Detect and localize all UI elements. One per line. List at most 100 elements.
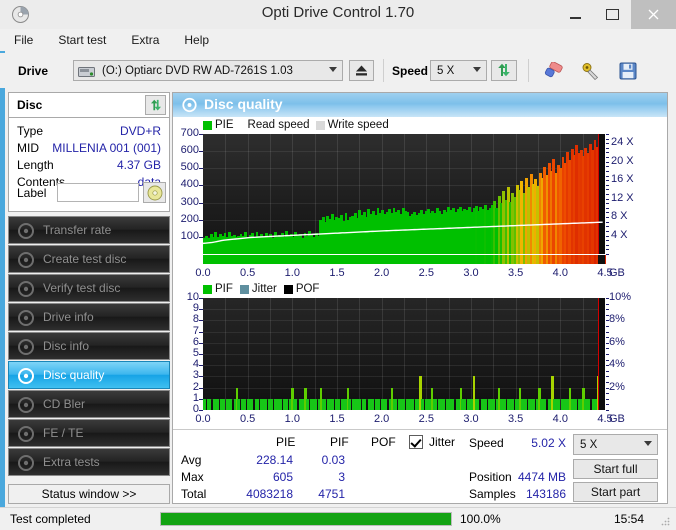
legend-label-read-speed: Read speed (247, 119, 310, 131)
tools-button[interactable] (578, 59, 604, 82)
start-full-button[interactable]: Start full (573, 459, 658, 479)
disc-label-cd-button[interactable] (143, 182, 166, 203)
axis-tick (199, 387, 203, 389)
pif-bar (216, 398, 219, 410)
disc-refresh-button[interactable] (145, 95, 166, 115)
axis-tick (606, 410, 609, 411)
pif-y-tick-label: 4 (192, 358, 199, 371)
pif-bar (264, 398, 267, 410)
pie-speed-tick-label: 12 X (611, 191, 634, 204)
axis-tick (199, 342, 203, 344)
refresh-button[interactable] (491, 60, 517, 81)
sidebar-item-verify-test-disc[interactable]: Verify test disc (8, 274, 170, 302)
pif-bar (402, 398, 405, 410)
sidebar-item-label: Verify test disc (43, 281, 121, 295)
gridline (203, 320, 605, 322)
pie-y-tick-label: 600 (180, 144, 199, 157)
save-button[interactable] (615, 59, 641, 82)
pie-speed-tick-label: 20 X (611, 154, 634, 167)
menu-file[interactable]: File (12, 31, 35, 49)
jitter-checkbox[interactable] (409, 435, 423, 449)
disc-label-input[interactable] (57, 183, 139, 202)
pif-x-tick-label: 0.0 (195, 413, 211, 425)
drive-icon (78, 64, 95, 78)
pie-x-tick-label: 1.5 (329, 267, 345, 279)
axis-tick (606, 180, 609, 182)
axis-tick (606, 170, 609, 172)
read-speed-line (203, 221, 603, 245)
axis-tick (199, 185, 203, 187)
pif-bar (331, 398, 334, 410)
progress-percent: 100.0% (460, 512, 501, 526)
pie-x-tick-label: 3.0 (463, 267, 479, 279)
stats-row-total-label: Total (181, 487, 207, 501)
sidebar-item-fe-te[interactable]: FE / TE (8, 419, 170, 447)
pie-x-tick-label: 4.0 (552, 267, 568, 279)
drive-select[interactable]: (O:) Optiarc DVD RW AD-7261S 1.03 (73, 60, 343, 81)
axis-tick (606, 240, 609, 242)
status-window-button[interactable]: Status window >> (8, 484, 170, 504)
erase-button[interactable] (541, 59, 567, 82)
pif-bar (229, 398, 233, 410)
menu-bar: File Start test Extra Help (0, 29, 676, 51)
pif-bar (524, 398, 528, 410)
close-button[interactable] (631, 0, 676, 29)
sidebar-item-transfer-rate[interactable]: Transfer rate (8, 216, 170, 244)
position-stat-value: 4474 MB (517, 470, 566, 484)
start-part-button[interactable]: Start part (573, 482, 658, 502)
chevron-down-icon (644, 441, 652, 446)
pif-bar (484, 398, 487, 410)
samples-stat-label: Samples (469, 487, 516, 501)
axis-tick (606, 134, 609, 135)
drive-toolbar: Drive (O:) Optiarc DVD RW AD-7261S 1.03 … (0, 53, 676, 88)
eject-icon (356, 65, 367, 76)
samples-stat-value: 143186 (525, 487, 566, 501)
sidebar-item-disc-quality[interactable]: Disc quality (8, 361, 170, 389)
pif-x-tick-label: 1.5 (329, 413, 345, 425)
sidebar-item-disc-info[interactable]: Disc info (8, 332, 170, 360)
pie-y-tick-label: 400 (180, 178, 199, 191)
menu-start-test[interactable]: Start test (56, 31, 108, 49)
stats-speed-select[interactable]: 5 X (573, 434, 658, 455)
resize-grip[interactable] (660, 516, 671, 527)
menu-help[interactable]: Help (182, 31, 211, 49)
pif-x-tick-label: 2.5 (418, 413, 434, 425)
axis-tick (606, 166, 609, 168)
menu-extra[interactable]: Extra (129, 31, 161, 49)
pie-y-tick-label: 700 (180, 127, 199, 139)
sidebar-item-extra-tests[interactable]: Extra tests (8, 448, 170, 476)
axis-tick (606, 370, 609, 372)
pie-x-axis-unit: GB (609, 267, 625, 279)
stats-avg-pie: 228.14 (256, 453, 293, 467)
minimize-button[interactable] (557, 0, 594, 29)
sidebar-item-cd-bler[interactable]: CD Bler (8, 390, 170, 418)
axis-tick (606, 303, 609, 305)
legend-label-jitter: Jitter (251, 283, 277, 295)
sidebar-item-create-test-disc[interactable]: Create test disc (8, 245, 170, 273)
speed-stat-value: 5.02 X (531, 436, 566, 450)
sidebar-item-drive-info[interactable]: Drive info (8, 303, 170, 331)
drive-value: (O:) Optiarc DVD RW AD-7261S 1.03 (102, 64, 293, 77)
pif-bar (377, 398, 380, 410)
axis-tick (606, 217, 609, 219)
stats-row-avg-label: Avg (181, 453, 202, 467)
axis-tick (199, 236, 203, 238)
stats-panel: PIE PIF POF Jitter Avg 228.14 0.03 Max 6… (173, 429, 667, 505)
disc-icon (17, 425, 35, 443)
gridline (203, 331, 605, 333)
pif-x-tick-label: 3.0 (463, 413, 479, 425)
gridline (203, 309, 605, 311)
axis-tick (606, 354, 609, 355)
pif-bar (492, 398, 495, 410)
pif-x-axis-unit: GB (609, 413, 625, 425)
axis-tick (606, 230, 609, 232)
pie-chart-legend: PIE Read speed Write speed (203, 119, 389, 131)
axis-tick (606, 331, 609, 333)
speed-label: Speed (392, 64, 429, 78)
speed-select[interactable]: 5 X (430, 60, 487, 81)
axis-tick (606, 198, 609, 200)
pif-bar (587, 398, 591, 410)
pif-bar (371, 398, 374, 410)
eject-button[interactable] (349, 60, 374, 81)
maximize-button[interactable] (594, 0, 631, 29)
